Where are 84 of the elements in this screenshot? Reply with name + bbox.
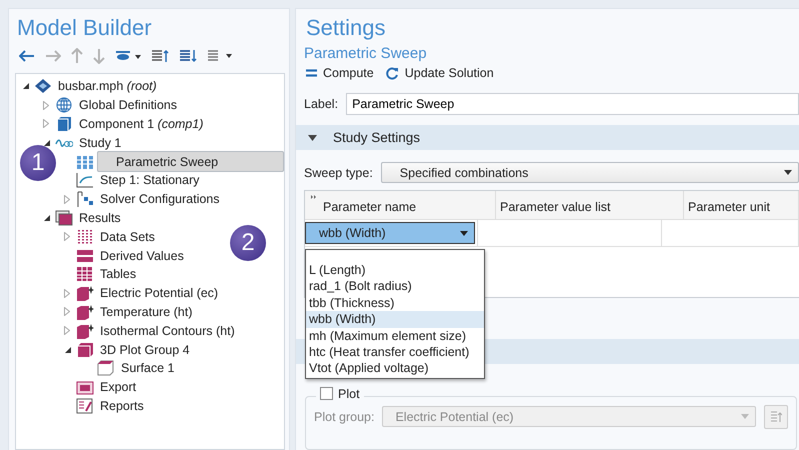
collapse-toggle-icon[interactable] bbox=[43, 138, 51, 147]
tree-item[interactable]: Electric Potential (ec) bbox=[97, 285, 222, 302]
tree-item[interactable]: Global Definitions bbox=[76, 97, 180, 114]
plot-node-icon bbox=[76, 322, 94, 339]
datasets-node-icon bbox=[76, 228, 94, 245]
field-label: Sweep type: bbox=[304, 166, 373, 180]
tree-item[interactable]: Component 1 (comp1) bbox=[76, 116, 206, 132]
go-to-source-button[interactable] bbox=[764, 404, 788, 429]
parameter-dropdown[interactable]: wbb (Width) bbox=[305, 222, 475, 244]
tree-item[interactable]: 3D Plot Group 4 bbox=[97, 342, 193, 358]
field-label: Label: bbox=[304, 97, 338, 111]
root-node-icon bbox=[34, 78, 52, 94]
field-label: Plot group: bbox=[314, 410, 374, 424]
caret-icon bbox=[460, 230, 468, 236]
step-node-icon bbox=[76, 172, 94, 188]
tree-item[interactable]: busbar.mph (root) bbox=[55, 78, 160, 94]
dropdown-option[interactable]: mh (Maximum element size) bbox=[306, 328, 484, 344]
forward-arrow-icon[interactable] bbox=[45, 50, 61, 62]
expand-toggle-icon[interactable] bbox=[64, 288, 70, 298]
toolbar-button[interactable]: Update Solution bbox=[384, 65, 496, 81]
caret-icon bbox=[784, 170, 792, 176]
section-title: Study Settings bbox=[333, 130, 420, 146]
collapse-toggle-icon[interactable] bbox=[43, 214, 51, 222]
panel-title: Settings bbox=[306, 15, 386, 41]
derived-node-icon bbox=[76, 248, 94, 264]
tree-item[interactable]: Surface 1 bbox=[118, 360, 178, 376]
column-header: Parameter unit bbox=[684, 191, 799, 220]
caret-icon bbox=[741, 414, 749, 420]
export-node-icon bbox=[76, 379, 94, 396]
tree-item[interactable]: Reports bbox=[97, 398, 147, 414]
results-node-icon bbox=[55, 210, 73, 226]
tree-item[interactable]: Export bbox=[97, 379, 140, 396]
expand-toggle-icon[interactable] bbox=[64, 307, 70, 316]
expand-toggle-icon[interactable] bbox=[64, 326, 70, 336]
double-arrow-icon bbox=[311, 195, 317, 200]
globe-node-icon bbox=[55, 97, 73, 114]
expand-all-icon[interactable] bbox=[151, 49, 169, 63]
tree-item[interactable]: Parametric Sweep bbox=[97, 151, 284, 172]
list-arrow-icon bbox=[770, 410, 782, 424]
dropdown-option[interactable]: Vtot (Applied voltage) bbox=[306, 360, 484, 377]
plot-node-icon bbox=[76, 304, 94, 320]
dropdown-option[interactable]: tbb (Thickness) bbox=[306, 294, 484, 312]
dropdown-option[interactable]: htc (Heat transfer coefficient) bbox=[306, 344, 484, 360]
component-node-icon bbox=[55, 116, 73, 132]
refresh-icon bbox=[386, 66, 399, 80]
checkbox-label: Plot bbox=[338, 386, 360, 401]
tree-item[interactable]: Derived Values bbox=[97, 248, 187, 264]
plotgroup-node-icon bbox=[76, 342, 94, 358]
expand-toggle-icon[interactable] bbox=[43, 119, 49, 128]
tree-item[interactable]: Isothermal Contours (ht) bbox=[97, 322, 238, 339]
up-arrow-icon[interactable] bbox=[71, 48, 83, 64]
reports-node-icon bbox=[76, 398, 94, 414]
label-input[interactable]: Parametric Sweep bbox=[346, 93, 799, 115]
tree-item[interactable]: Step 1: Stationary bbox=[97, 172, 202, 188]
column-header: Parameter value list bbox=[496, 191, 684, 220]
expand-toggle-icon[interactable] bbox=[64, 194, 70, 204]
solver-node-icon bbox=[76, 191, 94, 208]
collapse-toggle-icon[interactable] bbox=[22, 82, 30, 90]
sweep-node-icon bbox=[76, 154, 94, 170]
dropdown-option[interactable]: wbb (Width) bbox=[306, 311, 484, 328]
collapse-all-icon[interactable] bbox=[179, 49, 197, 63]
plot-node-icon bbox=[76, 285, 94, 302]
sweep-type-dropdown[interactable]: Specified combinations bbox=[380, 162, 799, 184]
back-arrow-icon[interactable] bbox=[19, 50, 35, 62]
expand-toggle-icon[interactable] bbox=[43, 100, 49, 110]
node-title: Parametric Sweep bbox=[304, 45, 428, 62]
tree-item[interactable]: Tables bbox=[97, 266, 140, 282]
list-menu-icon[interactable] bbox=[207, 49, 233, 63]
tree-item[interactable]: Study 1 bbox=[76, 134, 124, 151]
surface-node-icon bbox=[97, 360, 115, 376]
equals-icon bbox=[306, 69, 317, 77]
tree-item[interactable]: Results bbox=[76, 210, 124, 226]
panel-title: Model Builder bbox=[17, 15, 153, 41]
toolbar-button[interactable]: Compute bbox=[304, 65, 376, 81]
tree-item[interactable]: Data Sets bbox=[97, 228, 158, 245]
tree-item[interactable]: Temperature (ht) bbox=[97, 304, 196, 320]
down-arrow-icon[interactable] bbox=[93, 48, 105, 64]
collapse-toggle-icon[interactable] bbox=[64, 346, 72, 354]
dropdown-option[interactable]: rad_1 (Bolt radius) bbox=[306, 278, 484, 295]
dropdown-option[interactable]: L (Length) bbox=[306, 262, 484, 278]
expand-toggle-icon[interactable] bbox=[64, 232, 70, 242]
tables-node-icon bbox=[76, 266, 94, 282]
tree-item[interactable]: Solver Configurations bbox=[97, 191, 223, 208]
section-header[interactable]: Study Settings bbox=[296, 125, 799, 150]
